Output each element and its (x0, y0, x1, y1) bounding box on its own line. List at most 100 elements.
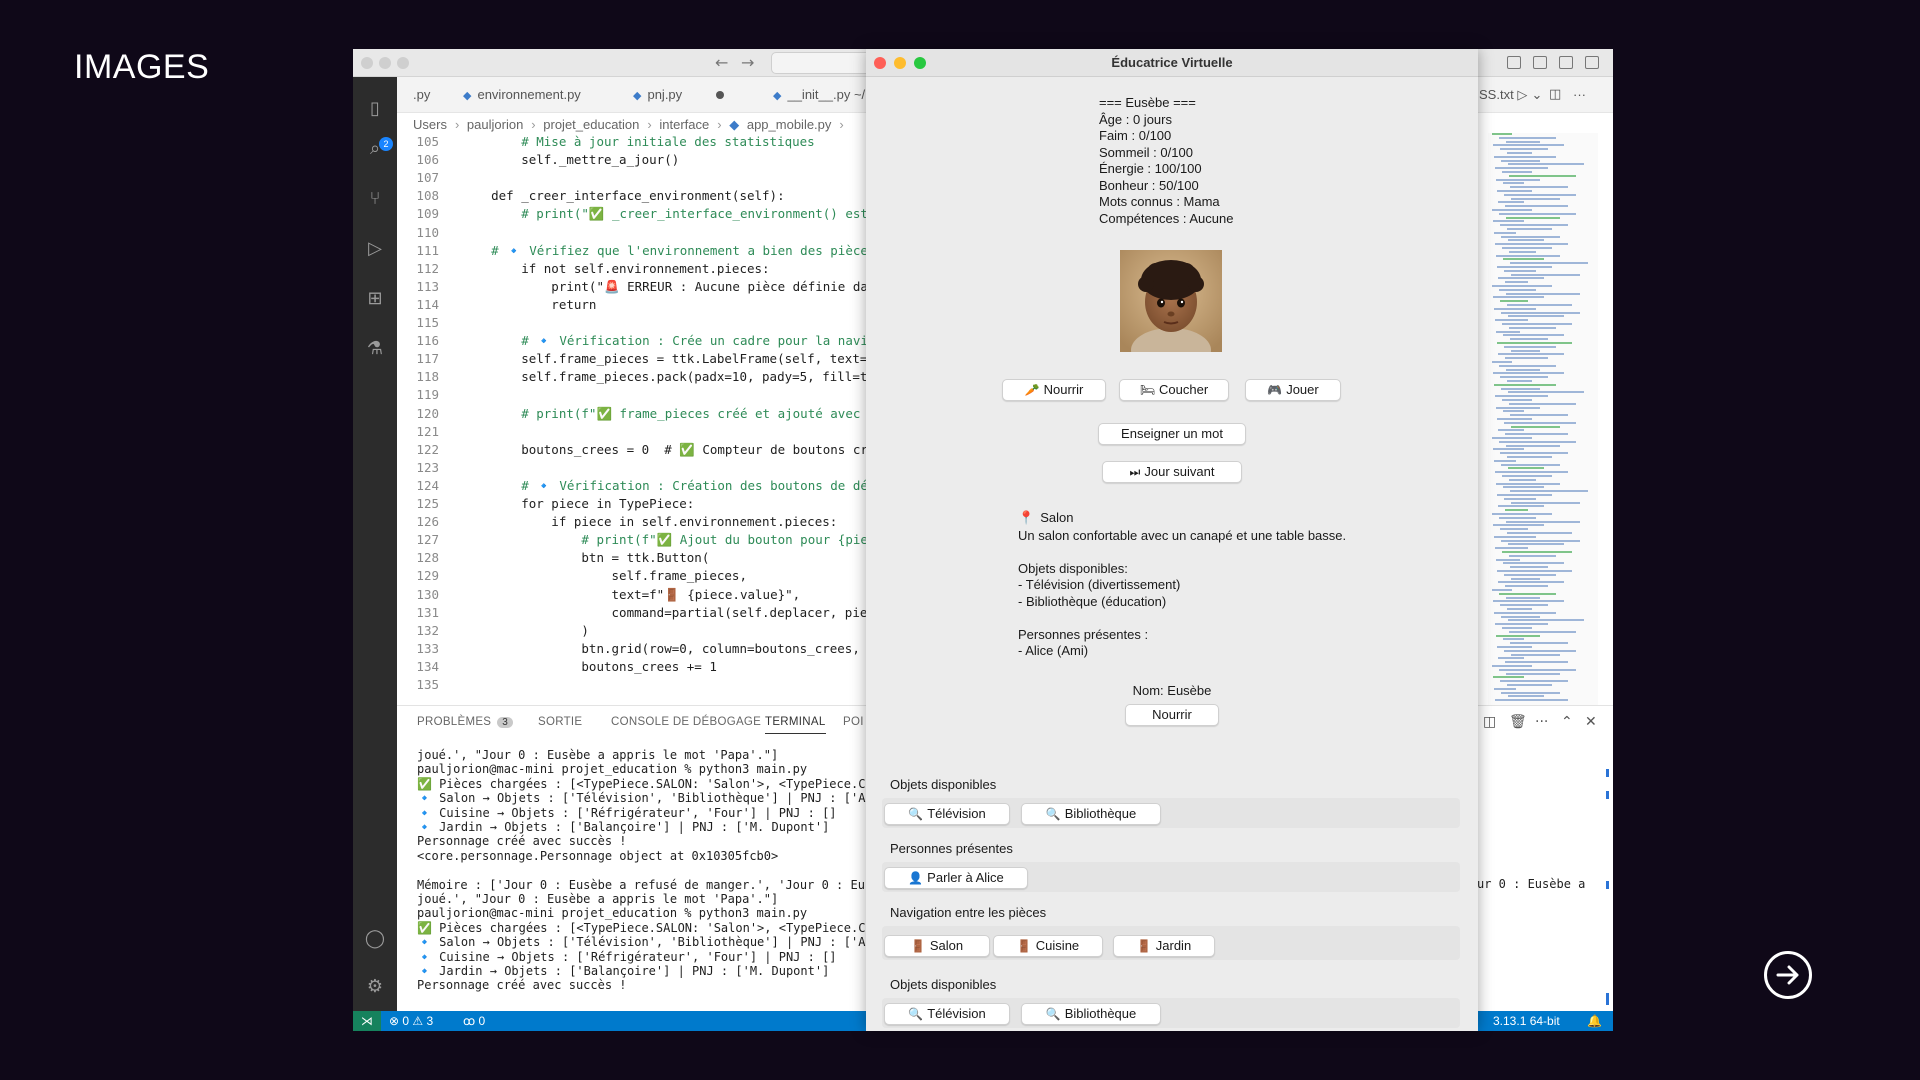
close-panel-icon[interactable]: ✕ (1585, 714, 1597, 730)
run-icon[interactable]: ▷ ⌄ (1517, 88, 1542, 103)
split-terminal-icon[interactable]: ◫ (1483, 714, 1496, 730)
minimap[interactable] (1488, 133, 1598, 705)
testing-icon[interactable]: ⚗ (363, 337, 387, 361)
code-line[interactable]: 112 if not self.environnement.pieces: (397, 260, 769, 278)
code-line[interactable]: 124 # 🔹 Vérification : Création des bout… (397, 477, 867, 495)
breadcrumb-item[interactable]: projet_education (543, 117, 639, 132)
extensions-icon[interactable]: ⊞ (363, 287, 387, 311)
code-line[interactable]: 131 command=partial(self.deplacer, pie (397, 604, 867, 622)
back-arrow-icon[interactable]: ← (715, 53, 728, 72)
code-line[interactable]: 135 (397, 676, 461, 694)
code-line[interactable]: 122 boutons_crees = 0 # ✅ Compteur de bo… (397, 441, 867, 459)
maximize-dot-icon[interactable] (914, 57, 926, 69)
breadcrumb-item[interactable]: interface (659, 117, 709, 132)
tab-ports[interactable]: POI (843, 716, 864, 728)
minimize-dot-icon[interactable] (379, 57, 391, 69)
tab-environnement[interactable]: ◆ environnement.py (447, 77, 581, 113)
code-line[interactable]: 132 ) (397, 622, 589, 640)
television-button[interactable]: 🔍 Télévision (884, 803, 1010, 825)
code-line[interactable]: 127 # print(f"✅ Ajout du bouton pour {pi… (397, 531, 867, 549)
nav-cuisine-button[interactable]: 🚪 Cuisine (993, 935, 1103, 957)
remote-indicator-icon[interactable]: ⋊ (353, 1011, 381, 1031)
code-line[interactable]: 128 btn = ttk.Button( (397, 549, 709, 567)
search-icon[interactable]: ⌕ (363, 137, 387, 161)
code-line[interactable]: 129 self.frame_pieces, (397, 567, 747, 585)
code-line[interactable]: 114 return (397, 296, 596, 314)
tab-init[interactable]: ◆ __init__.py ~/... (757, 77, 876, 113)
bibliotheque-button[interactable]: 🔍 Bibliothèque (1021, 803, 1161, 825)
toggle-panel-icon[interactable] (1533, 56, 1547, 69)
code-line[interactable]: 113 print("🚨 ERREUR : Aucune pièce défin… (397, 278, 867, 296)
more-actions-icon[interactable]: ··· (1573, 77, 1586, 113)
maximize-dot-icon[interactable] (397, 57, 409, 69)
forward-arrow-icon[interactable]: → (741, 53, 754, 72)
nourrir-button[interactable]: 🥕 Nourrir (1002, 379, 1106, 401)
code-line[interactable]: 123 (397, 459, 461, 477)
code-line[interactable]: 117 self.frame_pieces = ttk.LabelFrame(s… (397, 350, 867, 368)
tab-terminal[interactable]: TERMINAL (765, 716, 826, 734)
next-slide-arrow-icon[interactable] (1764, 951, 1812, 999)
jour-suivant-button[interactable]: ⏭ Jour suivant (1102, 461, 1242, 483)
run-debug-icon[interactable]: ▷ (363, 237, 387, 261)
code-line[interactable]: 107 (397, 169, 461, 187)
nav-salon-button[interactable]: 🚪 Salon (884, 935, 990, 957)
code-line[interactable]: 121 (397, 423, 461, 441)
code-line[interactable]: 109 # print("✅ _creer_interface_environm… (397, 205, 867, 223)
nav-jardin-button[interactable]: 🚪 Jardin (1113, 935, 1215, 957)
code-line[interactable]: 120 # print(f"✅ frame_pieces créé et ajo… (397, 405, 860, 423)
notifications-bell-icon[interactable]: 🔔 (1587, 1014, 1602, 1028)
command-center[interactable] (771, 52, 871, 74)
terminal-output[interactable]: joué.', "Jour 0 : Eusèbe a appris le mot… (397, 748, 917, 1008)
tab-ss-txt[interactable]: SS.txt ▷ ⌄ (1479, 77, 1542, 113)
code-line[interactable]: 118 self.frame_pieces.pack(padx=10, pady… (397, 368, 867, 386)
tab-pnj[interactable]: ◆ pnj.py (617, 77, 725, 113)
code-line[interactable]: 130 text=f"🚪 {piece.value}", (397, 586, 800, 604)
toggle-sidebar-icon[interactable] (1507, 56, 1521, 69)
source-control-icon[interactable]: ⑂ (363, 187, 387, 211)
explorer-icon[interactable]: ▯ (363, 97, 387, 121)
code-line[interactable]: 125 for piece in TypePiece: (397, 495, 694, 513)
coucher-button[interactable]: 🛏 Coucher (1119, 379, 1229, 401)
settings-gear-icon[interactable]: ⚙ (363, 975, 387, 999)
code-line[interactable]: 111 # 🔹 Vérifiez que l'environnement a b… (397, 242, 867, 260)
ports-status[interactable]: ꝏ 0 (463, 1014, 485, 1028)
more-icon[interactable]: ··· (1535, 714, 1548, 730)
minimap-line (1499, 668, 1576, 671)
code-line[interactable]: 134 boutons_crees += 1 (397, 658, 716, 676)
close-dot-icon[interactable] (361, 57, 373, 69)
code-line[interactable]: 119 (397, 386, 461, 404)
trash-icon[interactable]: 🗑 (1509, 714, 1527, 730)
parler-alice-button[interactable]: 👤 Parler à Alice (884, 867, 1028, 889)
split-editor-icon[interactable]: ◫ (1549, 77, 1561, 113)
enseigner-mot-button[interactable]: Enseigner un mot (1098, 423, 1246, 445)
minimize-dot-icon[interactable] (894, 57, 906, 69)
maximize-panel-icon[interactable]: ⌃ (1561, 714, 1573, 730)
breadcrumb-item[interactable]: Users (413, 117, 447, 132)
code-line[interactable]: 105 # Mise à jour initiale des statistiq… (397, 133, 814, 151)
bibliotheque-button-2[interactable]: 🔍 Bibliothèque (1021, 1003, 1161, 1025)
code-line[interactable]: 116 # 🔹 Vérification : Crée un cadre pou… (397, 332, 867, 350)
close-dot-icon[interactable] (874, 57, 886, 69)
account-icon[interactable]: ◯ (363, 927, 387, 951)
jouer-button[interactable]: 🎮 Jouer (1245, 379, 1341, 401)
toggle-secondary-sidebar-icon[interactable] (1559, 56, 1573, 69)
stat-line: === Eusèbe === (1099, 95, 1196, 110)
code-line[interactable]: 108 def _creer_interface_environment(sel… (397, 187, 784, 205)
tab-problems[interactable]: PROBLÈMES 3 (417, 716, 514, 728)
tab-output[interactable]: SORTIE (538, 716, 582, 728)
breadcrumb-item[interactable]: app_mobile.py (747, 117, 832, 132)
tab-py[interactable]: .py (397, 77, 430, 113)
code-line[interactable]: 126 if piece in self.environnement.piece… (397, 513, 837, 531)
code-line[interactable]: 110 (397, 224, 461, 242)
problems-status[interactable]: ⊗ 0 ⚠ 3 (389, 1014, 433, 1028)
python-interpreter-status[interactable]: 3.13.1 64-bit (1493, 1014, 1560, 1028)
code-line[interactable]: 106 self._mettre_a_jour() (397, 151, 679, 169)
code-line[interactable]: 115 (397, 314, 461, 332)
nom-nourrir-button[interactable]: Nourrir (1125, 704, 1219, 726)
customize-layout-icon[interactable] (1585, 56, 1599, 69)
television-button-2[interactable]: 🔍 Télévision (884, 1003, 1010, 1025)
breadcrumb-item[interactable]: pauljorion (467, 117, 523, 132)
code-line[interactable]: 133 btn.grid(row=0, column=boutons_crees… (397, 640, 859, 658)
tab-debug-console[interactable]: CONSOLE DE DÉBOGAGE (611, 716, 761, 728)
code-editor[interactable]: 105 # Mise à jour initiale des statistiq… (397, 133, 917, 705)
